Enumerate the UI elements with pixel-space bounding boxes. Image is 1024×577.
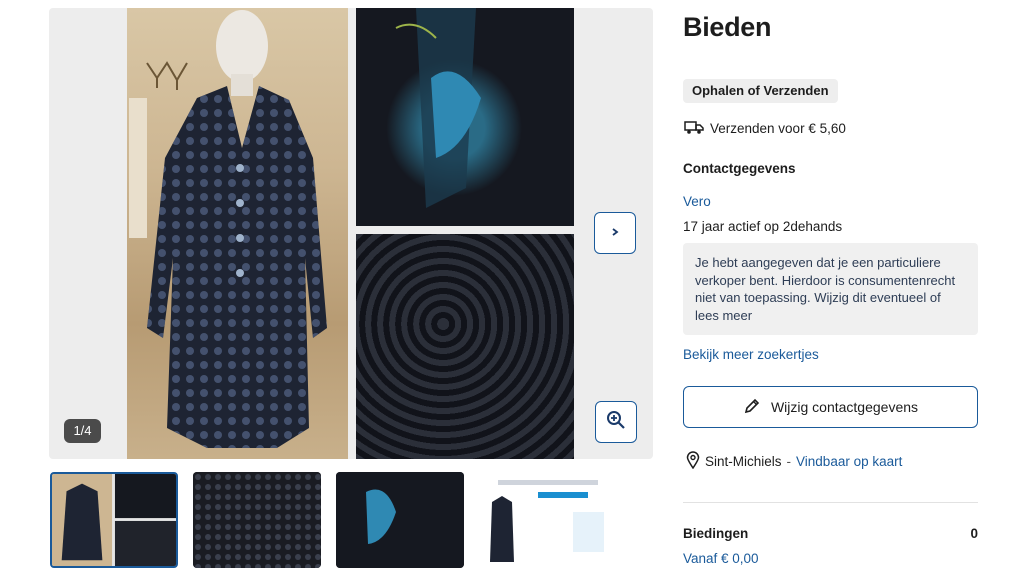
private-seller-notice: Je hebt aangegeven dat je een particulie… xyxy=(683,243,978,335)
map-link[interactable]: Vindbaar op kaart xyxy=(796,454,902,469)
collar-illustration xyxy=(395,8,481,208)
location-separator: - xyxy=(786,453,792,469)
location-row: Sint-Michiels - Vindbaar op kaart xyxy=(686,450,902,472)
delivery-method-badge: Ophalen of Verzenden xyxy=(683,79,838,103)
zoom-button[interactable] xyxy=(595,401,637,443)
image-counter: 1/4 xyxy=(64,419,101,443)
edit-contact-label: Wijzig contactgegevens xyxy=(770,399,919,415)
thumbnail-3[interactable] xyxy=(336,472,464,568)
location-name: Sint-Michiels xyxy=(705,453,782,469)
bids-count: 0 xyxy=(970,526,978,541)
thumbnail-fabric-image xyxy=(193,472,321,568)
zoom-in-icon xyxy=(606,410,626,435)
truck-icon xyxy=(684,119,704,138)
next-image-button[interactable] xyxy=(594,212,636,254)
shipping-text: Verzenden voor € 5,60 xyxy=(710,120,846,136)
listing-page: 1/4 Bieden Ophalen of Verzenden Verzende… xyxy=(0,0,1024,577)
map-pin-icon xyxy=(686,450,700,472)
contact-heading: Contactgegevens xyxy=(683,161,796,176)
thumbnail-collar-image xyxy=(336,472,464,568)
section-divider xyxy=(683,502,978,503)
page-title: Bieden xyxy=(683,12,772,42)
collar-detail-photo[interactable] xyxy=(356,8,574,226)
edit-contact-button[interactable]: Wijzig contactgegevens xyxy=(683,386,978,428)
seller-name-link[interactable]: Vero xyxy=(683,194,711,209)
bids-label: Biedingen xyxy=(683,526,749,541)
thumbnail-screenshot-image xyxy=(478,472,604,568)
coat-illustration xyxy=(129,10,327,448)
thumbnail-2[interactable] xyxy=(193,472,321,568)
thumbnail-1[interactable] xyxy=(50,472,178,568)
image-gallery[interactable]: 1/4 xyxy=(49,8,653,459)
seller-activity: 17 jaar actief op 2dehands xyxy=(683,219,843,234)
pencil-icon xyxy=(743,397,761,418)
fabric-detail-photo[interactable] xyxy=(356,234,574,459)
more-ads-link[interactable]: Bekijk meer zoekertjes xyxy=(683,347,819,362)
thumbnail-collage-image xyxy=(52,474,176,566)
bids-minimum: Vanaf € 0,00 xyxy=(683,551,759,566)
main-photo[interactable] xyxy=(127,8,348,459)
thumbnail-4[interactable] xyxy=(478,472,604,568)
chevron-right-icon xyxy=(610,224,620,242)
shipping-info: Verzenden voor € 5,60 xyxy=(684,118,846,138)
